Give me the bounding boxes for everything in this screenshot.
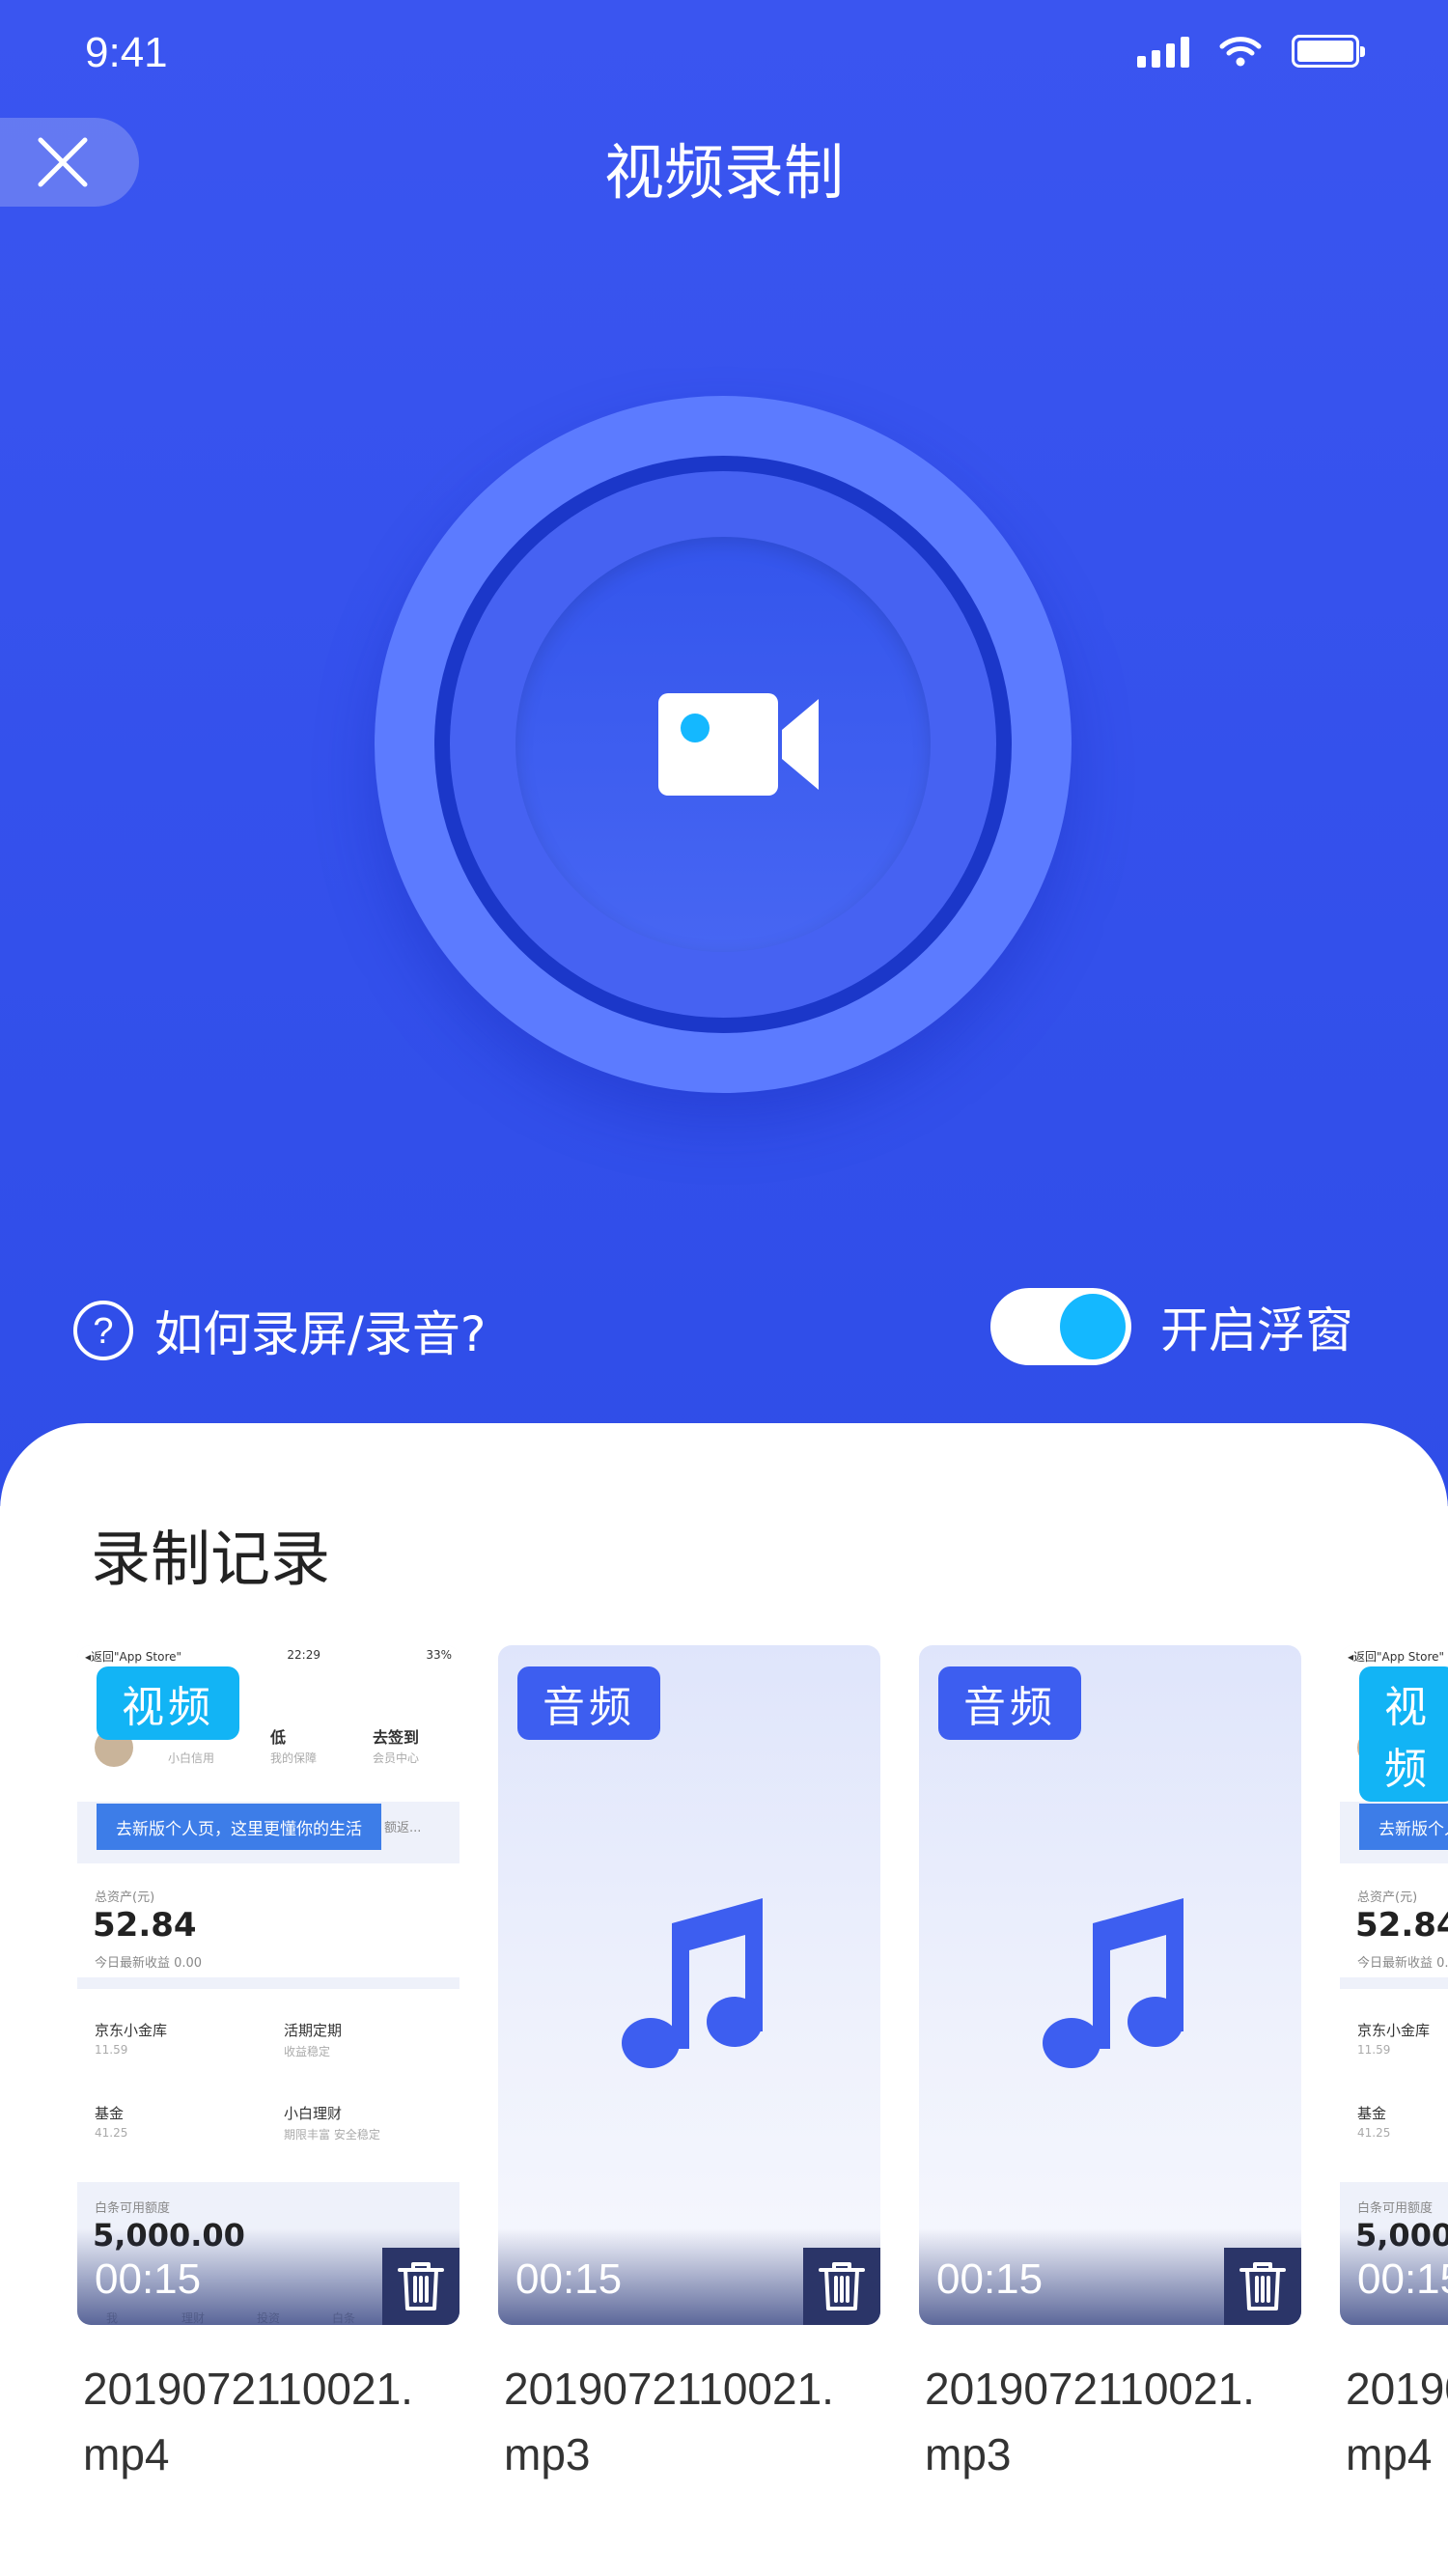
signal-icon xyxy=(1137,35,1189,68)
record-button[interactable] xyxy=(375,396,1072,1093)
page-title: 视频录制 xyxy=(603,137,844,208)
status-time: 9:41 xyxy=(85,29,168,76)
delete-button[interactable] xyxy=(1224,2248,1301,2325)
records-sheet: 录制记录 ◂返回"App Store" 22:29 33% 96.4 小白信用 … xyxy=(0,1423,1448,2576)
trash-icon xyxy=(1239,2262,1286,2310)
svg-text:?: ? xyxy=(93,1311,113,1352)
help-label: 如何录屏/录音? xyxy=(154,1306,487,1362)
music-note-icon xyxy=(622,1898,763,2068)
video-camera-icon xyxy=(658,693,819,796)
status-icons xyxy=(1137,35,1365,68)
help-circle-icon: ? xyxy=(73,1301,133,1360)
float-window-toggle[interactable] xyxy=(990,1288,1131,1365)
wifi-icon xyxy=(1219,37,1262,67)
record-card-video[interactable]: ◂返回"App Store" 96.4 去新版个人页，这里更懂你的生活 总资产(… xyxy=(1340,1645,1448,2325)
section-title: 录制记录 xyxy=(91,1524,331,1594)
file-name: 2019072110021. mp3 xyxy=(504,2364,834,2479)
file-name: 2019072110021. mp4 xyxy=(83,2364,413,2479)
delete-button[interactable] xyxy=(382,2248,459,2325)
record-card-audio[interactable]: 音频 00:15 xyxy=(498,1645,880,2325)
type-tag: 音频 xyxy=(938,1666,1081,1740)
record-card-audio[interactable]: 音频 00:15 xyxy=(919,1645,1301,2325)
duration: 00:15 xyxy=(515,2255,623,2303)
file-name: 2019072110021. mp3 xyxy=(925,2364,1255,2479)
help-link[interactable]: ? 如何录屏/录音? xyxy=(71,1296,486,1365)
duration: 00:15 xyxy=(936,2255,1044,2303)
type-tag: 视频 xyxy=(1359,1666,1448,1802)
file-name: 2019072110021. mp4 xyxy=(1346,2364,1448,2479)
duration: 00:15 xyxy=(95,2255,202,2303)
trash-icon xyxy=(819,2262,865,2310)
header-area: 9:41 视频录制 ? 如何录屏/录音? 开启浮窗 xyxy=(0,0,1448,1506)
float-window-setting: 开启浮窗 xyxy=(990,1288,1353,1365)
duration: 00:15 xyxy=(1357,2255,1448,2303)
video-thumbnail: ◂返回"App Store" 22:29 33% 96.4 小白信用 低 我的保… xyxy=(77,1645,459,2325)
type-tag: 视频 xyxy=(97,1666,239,1740)
delete-button[interactable] xyxy=(803,2248,880,2325)
battery-icon xyxy=(1292,35,1365,68)
status-bar: 9:41 xyxy=(0,0,1448,116)
type-tag: 音频 xyxy=(517,1666,660,1740)
record-card-video[interactable]: ◂返回"App Store" 22:29 33% 96.4 小白信用 低 我的保… xyxy=(77,1645,459,2325)
music-note-icon xyxy=(1043,1898,1183,2068)
float-window-label: 开启浮窗 xyxy=(1160,1302,1353,1358)
trash-icon xyxy=(398,2262,444,2310)
